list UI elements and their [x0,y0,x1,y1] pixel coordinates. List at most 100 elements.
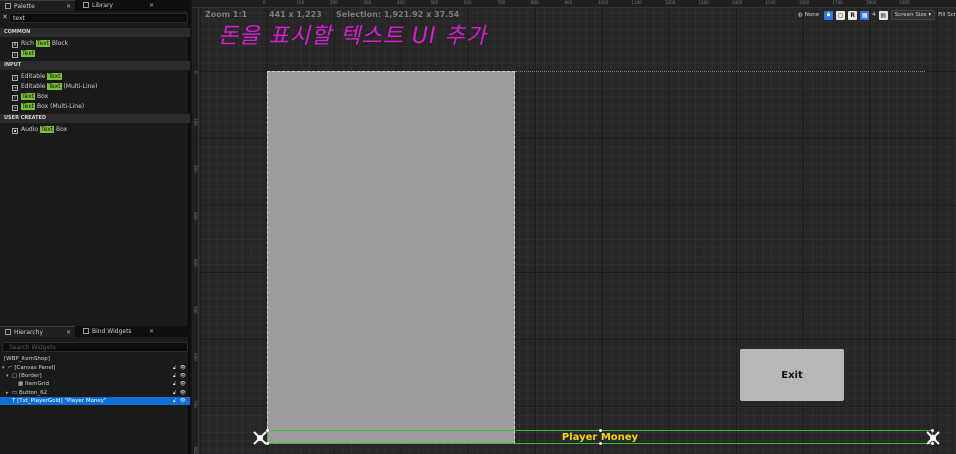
lock-visibility-icons[interactable]: 🔓︎ 👁︎ [173,380,187,388]
ruler-tick-label: 1300 [698,0,709,5]
respect-locks-toggle[interactable]: ▢ [836,10,846,20]
lock-toggle[interactable]: 🔒︎ [824,10,834,20]
close-icon[interactable]: ✕ [66,1,71,12]
locale-label: None [804,12,820,18]
locale-preview-button[interactable]: ◍ None [796,10,821,20]
tree-row-root[interactable]: [WBP_ItemShop] [0,355,190,363]
screen-size-label: Screen Size [894,12,927,18]
grid-snap-toggle[interactable]: ▦ [860,10,870,20]
grid-icon: ▦ [861,11,868,19]
palette-search-value: text [13,15,25,22]
tab-hierarchy-label: Hierarchy [14,329,44,336]
ruler-tick-label: 500 [430,0,439,5]
category-input-label: INPUT [4,62,22,68]
ruler-tick-label: 800 [193,447,198,454]
r-toggle[interactable]: R [848,10,858,20]
search-placeholder: Search Widgets [9,343,56,352]
ruler-tick-label: 1900 [899,0,910,5]
lock-visibility-icons[interactable]: 🔓︎ 👁︎ [173,389,187,397]
dpi-scale-button[interactable]: ▤ [878,10,888,20]
ruler-tick-label: 100 [193,118,198,126]
border-icon: ▢ [12,373,19,379]
tutorial-annotation: 돈을 표시할 텍스트 UI 추가 [218,24,487,49]
ruler-tick-label: 1800 [866,0,877,5]
left-column: Palette ✕ Library ✕ ✕ text COMMON R Rich … [0,0,190,454]
anchor-icon[interactable] [926,431,940,445]
border-widget[interactable] [267,71,515,444]
lock-visibility-icons[interactable]: 🔓︎ 👁︎ [173,364,187,372]
anchor-icon[interactable] [253,431,267,445]
palette-item-editable-text-multiline[interactable]: ≡ Editable Text (Multi-Line) [12,82,97,91]
category-user-created[interactable]: USER CREATED [0,114,190,123]
exit-button-label: Exit [781,369,803,381]
hierarchy-tabbar: Hierarchy ✕ Bind Widgets ✕ [0,326,190,337]
resize-handle[interactable] [599,429,602,432]
hierarchy-search-input[interactable]: Search Widgets [2,342,188,352]
ruler-tick-label: 400 [397,0,405,5]
ruler-tick-label: 1500 [765,0,776,5]
tree-row-button[interactable]: ▸ ▭ Button_62 🔓︎ 👁︎ [0,389,190,397]
category-input[interactable]: INPUT [0,61,190,70]
palette-item-text-box[interactable]: I Text Box [12,92,48,101]
tree-label: ItemGrid [24,381,50,387]
palette-search-input[interactable]: text [9,13,188,23]
screen-size-dropdown[interactable]: Screen Size ▾ [890,10,936,20]
ruler-tick-label: 1400 [732,0,743,5]
palette-item-text-box-multiline[interactable]: ≡ Text Box (Multi-Line) [12,102,84,111]
lock-visibility-icons[interactable]: 🔓︎ 👁︎ [173,372,187,380]
palette-item-audio-text-box[interactable]: ▪ Audio Text Box [12,125,67,134]
designer-canvas[interactable]: 0 100 200 300 400 500 600 700 800 900 1000 1100 1200… [192,0,956,454]
palette-item-editable-text[interactable]: I Editable Text [12,72,62,81]
ruler-tick-label: 0 [193,71,198,74]
grid-snap-value[interactable]: 4 [872,12,876,18]
tree-row-border[interactable]: ▾ ▢ [Border] 🔓︎ 👁︎ [0,372,190,380]
tab-library[interactable]: Library ✕ [78,0,158,11]
ruler-vertical: 0 100 200 300 400 500 600 700 800 [192,8,199,454]
palette-item-rich-text-block[interactable]: R Rich Text Block [12,39,68,48]
category-common[interactable]: COMMON [0,28,190,37]
ruler-tick-label: 600 [193,353,198,361]
ruler-horizontal: 0 100 200 300 400 500 600 700 800 900 1000 1100 1200… [192,0,956,8]
tab-hierarchy[interactable]: Hierarchy ✕ [0,326,75,337]
close-icon[interactable]: ✕ [66,327,71,338]
exit-button[interactable]: Exit [740,349,844,401]
fill-screen-dropdown[interactable]: Fill Scr [938,12,956,18]
item-text: Box [54,126,68,133]
item-highlight: Text [21,93,36,100]
library-icon [83,2,89,8]
text-icon: T [12,52,18,58]
globe-icon: ◍ [797,12,803,18]
tab-palette[interactable]: Palette ✕ [0,0,75,11]
item-highlight: Text [21,50,36,57]
text-box-multiline-icon: ≡ [12,105,18,111]
item-text: Rich [21,40,36,47]
ruler-tick-label: 1600 [799,0,810,5]
ruler-tick-label: 300 [193,212,198,220]
item-highlight: Text [35,40,50,47]
clear-search-icon[interactable]: ✕ [2,13,8,22]
item-text: Box (Multi-Line) [35,103,85,110]
tab-bind-widgets[interactable]: Bind Widgets ✕ [78,326,158,337]
canvas-toolbar: ◍ None 🔒︎ ▢ R ▦ 4 ▤ Screen Size ▾ Fill Sc… [796,9,956,21]
close-icon[interactable]: ✕ [149,326,154,337]
palette-tabbar: Palette ✕ Library ✕ [0,0,190,11]
item-highlight: Text [21,103,36,110]
item-text: Audio [21,126,40,133]
close-icon[interactable]: ✕ [149,0,154,11]
tree-row-txt-playergold[interactable]: T [Txt_PlayerGold] "Player Money" 🔓︎ 👁︎ [0,397,190,405]
tree-row-canvas-panel[interactable]: ▾ ⌐ [Canvas Panel] 🔓︎ 👁︎ [0,364,190,372]
chevron-down-icon: ▾ [928,12,932,18]
grid-icon: ▦ [18,381,25,387]
ruler-tick-label: 1000 [598,0,609,5]
palette-item-text[interactable]: T Text [12,49,36,58]
item-text: Editable [21,83,48,90]
player-money-text-widget[interactable]: Player Money [266,429,934,445]
lock-visibility-icons[interactable]: 🔓︎ 👁︎ [173,397,187,405]
resize-handle[interactable] [599,442,602,445]
tree-row-itemgrid[interactable]: ▦ ItemGrid 🔓︎ 👁︎ [0,380,190,388]
item-text: (Multi-Line) [61,83,98,90]
tab-library-label: Library [92,2,113,9]
item-text: Block [50,40,69,47]
ruler-tick-label: 200 [330,0,338,5]
editable-text-multiline-icon: ≡ [12,85,18,91]
